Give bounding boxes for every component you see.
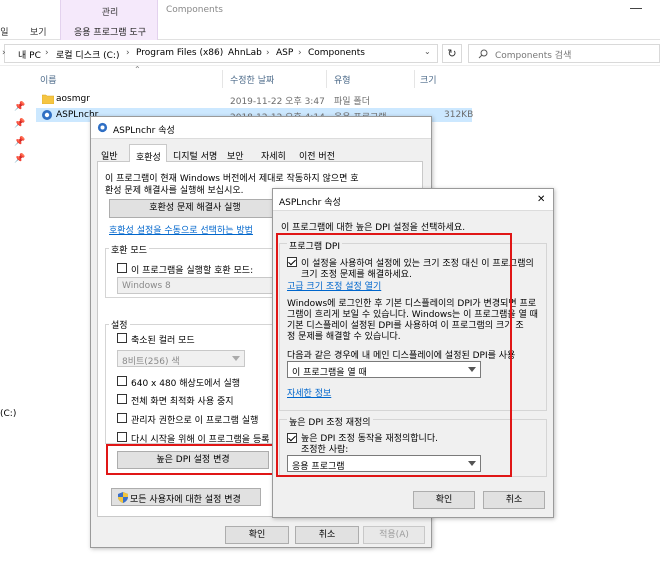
minimize-icon[interactable] bbox=[630, 8, 642, 9]
pin-icon[interactable]: 📌 bbox=[14, 102, 25, 112]
column-header-name[interactable]: 이름 bbox=[40, 73, 57, 86]
pin-icon[interactable]: 📌 bbox=[14, 119, 25, 129]
chevron-right-icon: › bbox=[2, 48, 6, 58]
dialog-title: ASPLnchr 속성 bbox=[113, 126, 175, 136]
res-640-checkbox[interactable] bbox=[117, 376, 127, 386]
select-value: 8비트(256) 색 bbox=[122, 357, 180, 367]
chevron-right-icon: › bbox=[298, 48, 302, 58]
nav-drive-label[interactable]: (C:) bbox=[0, 409, 16, 419]
chevron-right-icon: › bbox=[45, 48, 49, 58]
checkbox-label: 이 프로그램을 실행할 호환 모드: bbox=[131, 266, 254, 276]
run-admin-checkbox[interactable] bbox=[117, 413, 127, 423]
dialog-title: ASPLnchr 속성 bbox=[279, 198, 341, 208]
troubleshooter-button[interactable]: 호환성 문제 해결사 실행 bbox=[109, 199, 281, 218]
manual-settings-link[interactable]: 호환성 설정을 수동으로 선택하는 방법 bbox=[109, 223, 253, 236]
fullscreen-opt-checkbox[interactable] bbox=[117, 394, 127, 404]
refresh-icon[interactable]: ↻ bbox=[442, 44, 462, 63]
tab-compatibility[interactable]: 호환성 bbox=[129, 144, 167, 163]
ok-button[interactable]: 확인 bbox=[413, 491, 475, 509]
color-depth-select[interactable]: 8비트(256) 색 bbox=[117, 350, 245, 367]
column-header-type[interactable]: 유형 bbox=[334, 73, 351, 86]
ribbon-tab-view[interactable]: 보기 bbox=[30, 25, 47, 38]
chevron-down-icon[interactable]: ⌄ bbox=[424, 47, 431, 56]
file-modified: 2019-11-22 오후 3:47 bbox=[230, 97, 325, 107]
apply-button[interactable]: 적용(A) bbox=[363, 526, 425, 544]
search-icon bbox=[478, 49, 488, 59]
breadcrumb-item[interactable]: 내 PC bbox=[18, 48, 41, 61]
app-tools-context-tab[interactable]: 관리 응용 프로그램 도구 bbox=[60, 0, 158, 40]
tab-general[interactable]: 일반 bbox=[101, 149, 118, 162]
folder-icon bbox=[42, 94, 54, 104]
ok-button[interactable]: 확인 bbox=[225, 526, 289, 544]
tab-previous-versions[interactable]: 이전 버전 bbox=[299, 149, 335, 162]
checkbox-label: 전체 화면 최적화 사용 중지 bbox=[131, 397, 234, 407]
breadcrumb-item[interactable]: Components bbox=[308, 48, 365, 58]
column-divider[interactable] bbox=[222, 70, 223, 88]
register-restart-checkbox[interactable] bbox=[117, 432, 127, 442]
group-label: 호환 모드 bbox=[109, 243, 149, 256]
chevron-right-icon: › bbox=[266, 48, 270, 58]
reduced-color-checkbox[interactable] bbox=[117, 333, 127, 343]
dialog-titlebar: ASPLnchr 속성 bbox=[91, 117, 431, 139]
file-type: 파일 폴더 bbox=[334, 97, 370, 107]
sort-caret-icon: ⌃ bbox=[134, 65, 141, 74]
search-input[interactable]: Components 검색 bbox=[468, 44, 660, 63]
ribbon-tab-file[interactable]: 파일 bbox=[0, 25, 9, 38]
compat-mode-checkbox[interactable] bbox=[117, 263, 127, 273]
chevron-right-icon: › bbox=[214, 48, 218, 58]
file-name: aosmgr bbox=[56, 94, 90, 104]
shield-icon bbox=[118, 492, 128, 503]
highlight-box bbox=[276, 233, 512, 477]
select-value: Windows 8 bbox=[122, 281, 171, 291]
app-icon bbox=[97, 122, 108, 133]
window-title: Components bbox=[166, 5, 223, 15]
tab-security[interactable]: 보안 bbox=[227, 149, 244, 162]
all-users-settings-button[interactable]: 모든 사용자에 대한 설정 변경 bbox=[111, 488, 261, 506]
dialog-titlebar: ASPLnchr 속성 ✕ bbox=[273, 189, 553, 211]
cancel-button[interactable]: 취소 bbox=[295, 526, 359, 544]
breadcrumb-item[interactable]: AhnLab bbox=[228, 48, 262, 58]
file-size: 312KB bbox=[444, 110, 474, 120]
file-row-folder[interactable]: aosmgr 2019-11-22 오후 3:47 파일 폴더 bbox=[36, 92, 472, 107]
tab-details[interactable]: 자세히 bbox=[261, 149, 286, 162]
high-dpi-settings-button[interactable]: 높은 DPI 설정 변경 bbox=[117, 451, 269, 469]
tab-digital-signature[interactable]: 디지털 서명 bbox=[173, 149, 217, 162]
context-header-label: 관리 bbox=[101, 8, 119, 18]
pin-icon[interactable]: 📌 bbox=[14, 154, 25, 164]
breadcrumb-item[interactable]: Program Files (x86) bbox=[136, 48, 223, 58]
close-icon[interactable]: ✕ bbox=[537, 194, 545, 205]
app-icon bbox=[42, 110, 52, 120]
checkbox-label: 640 x 480 해상도에서 실행 bbox=[131, 379, 241, 389]
breadcrumb-item[interactable]: 로컬 디스크 (C:) bbox=[56, 48, 119, 61]
context-subtab-label: 응용 프로그램 도구 bbox=[74, 28, 146, 38]
column-header-size[interactable]: 크기 bbox=[420, 73, 437, 86]
button-label: 모든 사용자에 대한 설정 변경 bbox=[130, 495, 241, 505]
breadcrumb-item[interactable]: ASP bbox=[276, 48, 293, 58]
chevron-down-icon bbox=[232, 356, 240, 361]
column-divider[interactable] bbox=[326, 70, 327, 88]
checkbox-label: 관리자 권한으로 이 프로그램 실행 bbox=[131, 416, 259, 426]
group-label: 설정 bbox=[109, 318, 130, 331]
search-placeholder: Components 검색 bbox=[495, 51, 572, 61]
intro-text: 환성 문제 해결사를 실행해 보십시오. bbox=[105, 186, 244, 196]
column-header-modified[interactable]: 수정한 날짜 bbox=[230, 73, 274, 86]
cancel-button[interactable]: 취소 bbox=[483, 491, 545, 509]
intro-text: 이 프로그램에 대한 높은 DPI 설정을 선택하세요. bbox=[281, 223, 466, 233]
column-divider[interactable] bbox=[414, 70, 415, 88]
chevron-right-icon: › bbox=[126, 48, 130, 58]
checkbox-label: 축소된 컬러 모드 bbox=[131, 336, 195, 346]
pin-icon[interactable]: 📌 bbox=[14, 137, 25, 147]
